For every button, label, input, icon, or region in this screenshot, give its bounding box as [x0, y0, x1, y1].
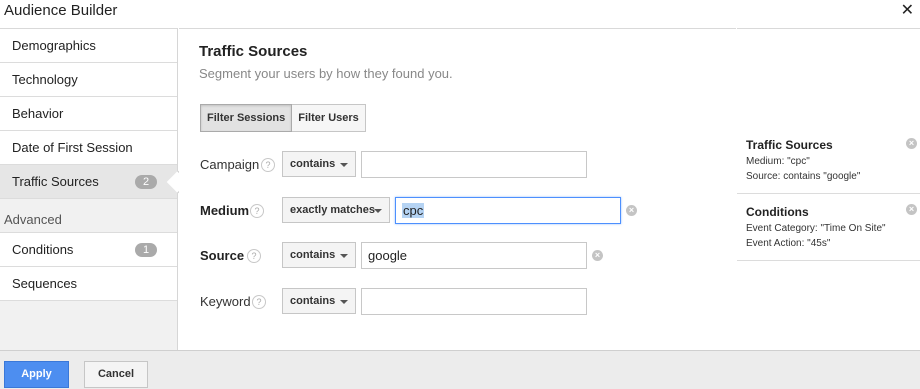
sidebar-item-date-of-first-session[interactable]: Date of First Session — [0, 131, 177, 165]
summary-line: Medium: "cpc" — [746, 156, 810, 167]
help-icon[interactable]: ? — [250, 204, 264, 218]
sidebar-item-label: Conditions — [12, 242, 74, 257]
chevron-down-icon — [374, 209, 382, 213]
filter-sessions-button[interactable]: Filter Sessions — [200, 104, 293, 132]
main-panel: Traffic Sources Segment your users by ho… — [179, 28, 736, 350]
sidebar-item-label: Sequences — [12, 276, 78, 291]
footer-bar: Apply Cancel — [0, 350, 920, 389]
filter-label: Keyword — [200, 294, 251, 309]
remove-summary-icon[interactable]: × — [906, 138, 917, 149]
chevron-down-icon — [340, 163, 348, 167]
sidebar-item-label: Demographics — [12, 38, 96, 53]
sidebar-item-technology[interactable]: Technology — [0, 63, 177, 97]
filter-label: Campaign — [200, 157, 260, 172]
sidebar: Demographics Technology Behavior Date of… — [0, 28, 190, 361]
filter-scope-toggle: Filter Sessions Filter Users — [200, 104, 366, 132]
sidebar-item-label: Traffic Sources — [12, 174, 99, 189]
sidebar-item-label: Technology — [12, 72, 78, 87]
sidebar-section-advanced: Advanced — [0, 199, 177, 233]
campaign-input[interactable] — [361, 151, 587, 178]
operator-value: contains — [290, 158, 336, 170]
filter-label: Source — [200, 248, 245, 263]
remove-summary-icon[interactable]: × — [906, 204, 917, 215]
title-bar: Audience Builder ✕ — [0, 0, 920, 27]
summary-block-conditions: Conditions Event Category: "Time On Site… — [737, 194, 920, 261]
help-icon[interactable]: ? — [261, 158, 275, 172]
help-icon[interactable]: ? — [252, 295, 266, 309]
operator-dropdown[interactable]: contains — [282, 151, 356, 177]
sidebar-item-traffic-sources[interactable]: Traffic Sources 2 — [0, 165, 190, 199]
selected-text: cpc — [402, 203, 425, 218]
source-input[interactable]: google — [361, 242, 587, 269]
chevron-down-icon — [340, 300, 348, 304]
operator-dropdown[interactable]: contains — [282, 288, 356, 314]
sidebar-item-behavior[interactable]: Behavior — [0, 97, 177, 131]
filter-row-campaign: Campaign ? contains — [200, 151, 720, 179]
count-badge: 1 — [135, 243, 157, 257]
page-subtitle: Segment your users by how they found you… — [199, 66, 453, 81]
close-icon[interactable]: ✕ — [901, 0, 914, 20]
summary-block-traffic-sources: Traffic Sources Medium: "cpc" Source: co… — [737, 127, 920, 194]
chevron-down-icon — [340, 254, 348, 258]
sidebar-item-sequences[interactable]: Sequences — [0, 267, 177, 301]
window-title: Audience Builder — [4, 2, 118, 19]
sidebar-item-label: Behavior — [12, 106, 64, 121]
sidebar-item-conditions[interactable]: Conditions 1 — [0, 233, 177, 267]
sidebar-item-demographics[interactable]: Demographics — [0, 29, 177, 63]
filter-label: Medium — [200, 203, 250, 218]
operator-value: contains — [290, 249, 336, 261]
help-icon[interactable]: ? — [247, 249, 261, 263]
segment-summary-panel: Traffic Sources Medium: "cpc" Source: co… — [737, 28, 920, 350]
remove-filter-icon[interactable]: × — [592, 250, 603, 261]
operator-dropdown[interactable]: contains — [282, 242, 356, 268]
summary-title: Conditions — [746, 205, 809, 219]
summary-title: Traffic Sources — [746, 138, 833, 152]
operator-dropdown[interactable]: exactly matches — [282, 197, 390, 223]
filter-row-source: Source ? contains google × — [200, 242, 720, 270]
count-badge: 2 — [135, 175, 157, 189]
apply-button[interactable]: Apply — [4, 361, 69, 388]
summary-line: Source: contains "google" — [746, 171, 861, 182]
operator-value: contains — [290, 295, 336, 307]
page-title: Traffic Sources — [199, 43, 308, 60]
cancel-button[interactable]: Cancel — [84, 361, 148, 388]
medium-input[interactable]: cpc — [395, 197, 621, 224]
summary-line: Event Action: "45s" — [746, 238, 831, 249]
remove-filter-icon[interactable]: × — [626, 205, 637, 216]
sidebar-item-label: Date of First Session — [12, 140, 133, 155]
filter-users-button[interactable]: Filter Users — [292, 104, 366, 132]
operator-value: exactly matches — [290, 204, 375, 216]
filter-row-medium: Medium ? exactly matches cpc × — [200, 197, 720, 225]
keyword-input[interactable] — [361, 288, 587, 315]
filter-row-keyword: Keyword ? contains — [200, 288, 720, 316]
summary-line: Event Category: "Time On Site" — [746, 223, 886, 234]
